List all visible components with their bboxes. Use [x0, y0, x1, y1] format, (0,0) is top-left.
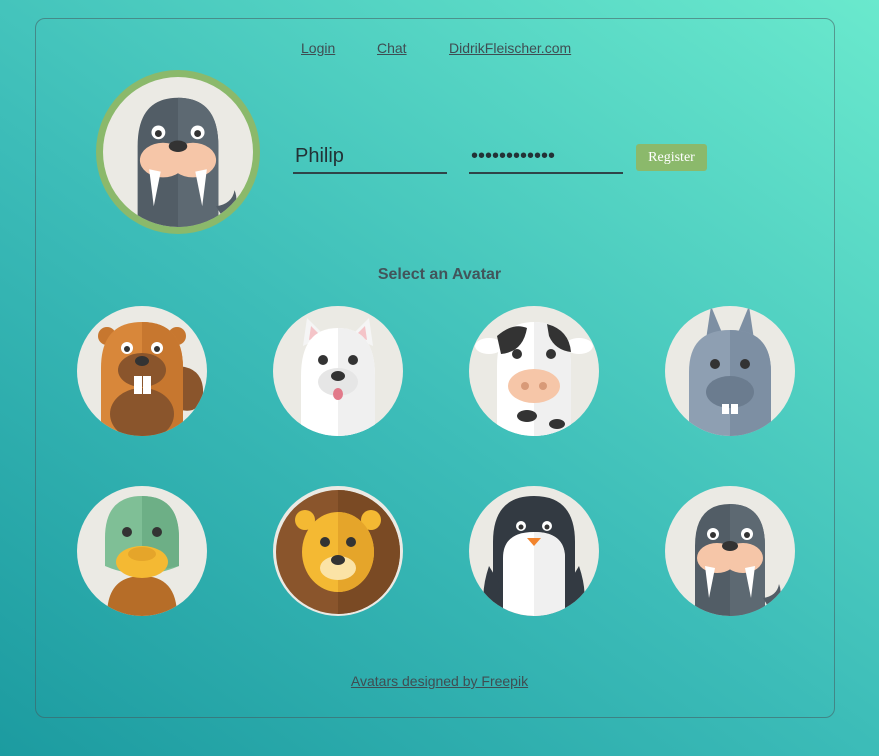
password-input[interactable]: [469, 140, 623, 174]
nav-login-link[interactable]: Login: [301, 40, 335, 56]
avatar-option-walrus[interactable]: [665, 486, 795, 616]
freepik-credit-link[interactable]: Avatars designed by Freepik: [351, 673, 528, 689]
westie-dog-icon: [301, 318, 375, 436]
avatar-option-donkey[interactable]: [665, 306, 795, 436]
avatar-option-penguin[interactable]: [469, 486, 599, 616]
avatar-option-lion[interactable]: [273, 486, 403, 616]
duck-icon: [105, 496, 179, 616]
nav-site-link[interactable]: DidrikFleischer.com: [449, 40, 571, 56]
walrus-icon: [137, 97, 244, 227]
walrus-icon: [695, 504, 787, 616]
register-button[interactable]: Register: [636, 144, 707, 171]
penguin-icon: [483, 496, 585, 616]
nav-chat-link[interactable]: Chat: [377, 40, 407, 56]
cow-icon: [475, 322, 593, 436]
avatar-option-westie-dog[interactable]: [273, 306, 403, 436]
username-input[interactable]: [293, 140, 447, 174]
select-avatar-heading: Select an Avatar: [377, 266, 502, 283]
lion-icon: [276, 490, 400, 614]
avatar-option-duck[interactable]: [77, 486, 207, 616]
avatar-option-cow[interactable]: [469, 306, 599, 436]
beaver-icon: [98, 322, 204, 436]
donkey-icon: [689, 306, 771, 436]
footer-credit: Avatars designed by Freepik: [0, 673, 879, 691]
selected-avatar-preview: [96, 70, 260, 234]
avatar-option-beaver[interactable]: [77, 306, 207, 436]
